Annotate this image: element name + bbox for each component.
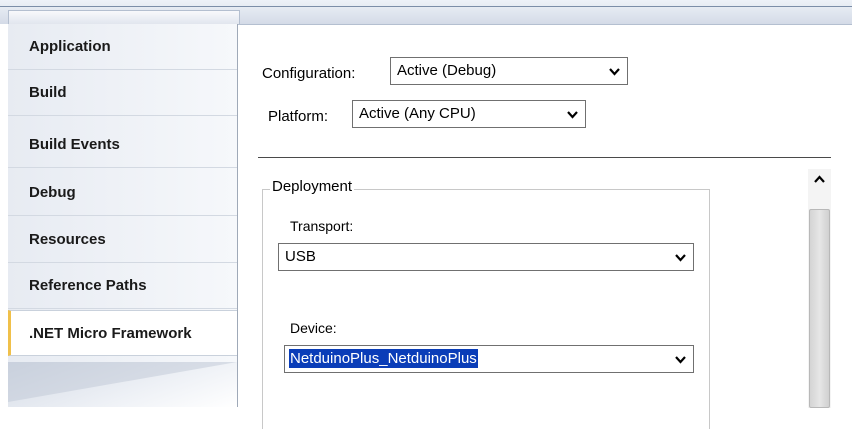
chevron-down-icon	[609, 68, 620, 76]
main-panel: Configuration: Active (Debug) Platform: …	[238, 24, 852, 429]
transport-value: USB	[285, 248, 316, 265]
sidebar-item-debug[interactable]: Debug	[8, 170, 237, 216]
platform-value: Active (Any CPU)	[359, 105, 476, 122]
document-tab	[8, 10, 240, 25]
scrollbar-thumb[interactable]	[809, 209, 830, 408]
chevron-down-icon	[675, 356, 686, 364]
chevron-up-icon[interactable]	[808, 169, 831, 191]
chevron-down-icon	[675, 254, 686, 262]
deployment-group-title: Deployment	[270, 178, 355, 195]
configuration-value: Active (Debug)	[397, 62, 497, 79]
window-top-bar	[0, 0, 852, 25]
chevron-down-icon	[567, 111, 578, 119]
configuration-select[interactable]: Active (Debug)	[390, 57, 628, 85]
property-sidebar: Application Build Build Events Debug Res…	[8, 24, 238, 407]
sidebar-item-build-events[interactable]: Build Events	[8, 122, 237, 168]
sidebar-item-application[interactable]: Application	[8, 24, 237, 70]
transport-select[interactable]: USB	[278, 243, 694, 271]
sidebar-bottom-decoration	[8, 362, 237, 407]
vertical-scrollbar[interactable]	[808, 169, 831, 408]
device-label: Device:	[290, 320, 337, 336]
transport-label: Transport:	[290, 218, 354, 234]
configuration-label: Configuration:	[262, 65, 356, 82]
top-divider	[0, 6, 852, 7]
platform-label: Platform:	[268, 108, 329, 125]
sidebar-wedge	[8, 362, 237, 402]
platform-select[interactable]: Active (Any CPU)	[352, 100, 586, 128]
sidebar-item-build[interactable]: Build	[8, 70, 237, 116]
sidebar-item-resources[interactable]: Resources	[8, 217, 237, 263]
device-select[interactable]: NetduinoPlus_NetduinoPlus	[284, 345, 694, 373]
section-divider	[258, 157, 831, 158]
device-value: NetduinoPlus_NetduinoPlus	[288, 348, 479, 369]
sidebar-item-reference-paths[interactable]: Reference Paths	[8, 263, 237, 309]
sidebar-item-net-micro-framework[interactable]: .NET Micro Framework	[8, 310, 237, 356]
